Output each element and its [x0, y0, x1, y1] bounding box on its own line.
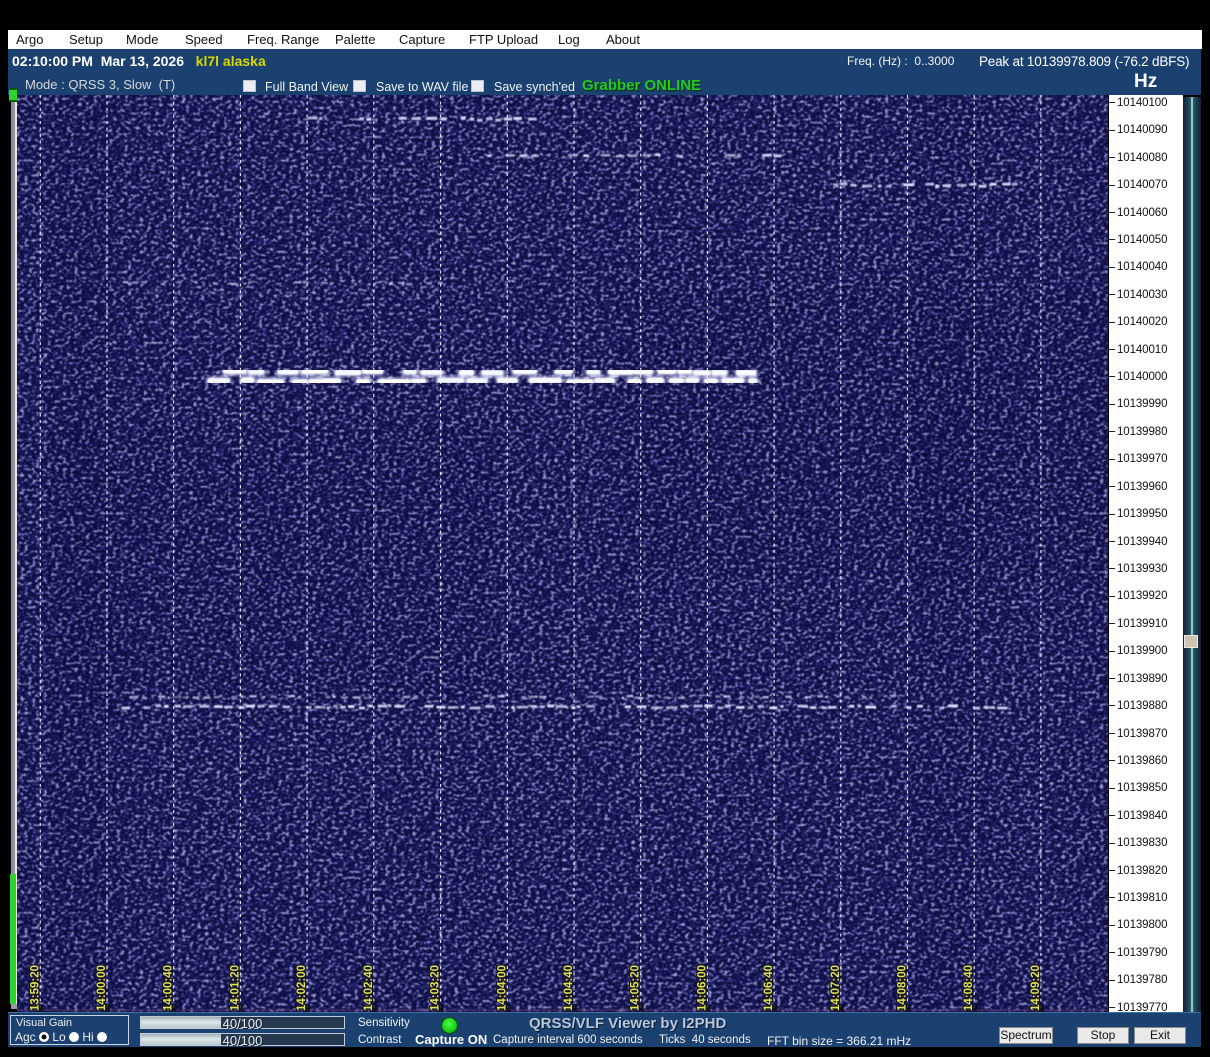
svg-text:14:03:20: 14:03:20	[430, 965, 442, 1011]
svg-text:14:04:00: 14:04:00	[496, 965, 508, 1011]
svg-text:14:00:00: 14:00:00	[96, 965, 108, 1011]
svg-text:14:02:40: 14:02:40	[363, 965, 375, 1011]
svg-text:14:01:20: 14:01:20	[229, 965, 241, 1011]
svg-text:14:06:40: 14:06:40	[763, 965, 775, 1011]
svg-text:14:07:20: 14:07:20	[830, 965, 842, 1011]
svg-text:14:05:20: 14:05:20	[630, 965, 642, 1011]
svg-text:14:02:00: 14:02:00	[296, 965, 308, 1011]
svg-text:14:08:00: 14:08:00	[897, 965, 909, 1011]
svg-text:13:59:20: 13:59:20	[29, 965, 41, 1011]
svg-text:14:08:40: 14:08:40	[963, 965, 975, 1011]
svg-text:14:09:20: 14:09:20	[1030, 965, 1042, 1011]
svg-text:14:00:40: 14:00:40	[163, 965, 175, 1011]
svg-text:14:06:00: 14:06:00	[696, 965, 708, 1011]
svg-text:14:04:40: 14:04:40	[563, 965, 575, 1011]
